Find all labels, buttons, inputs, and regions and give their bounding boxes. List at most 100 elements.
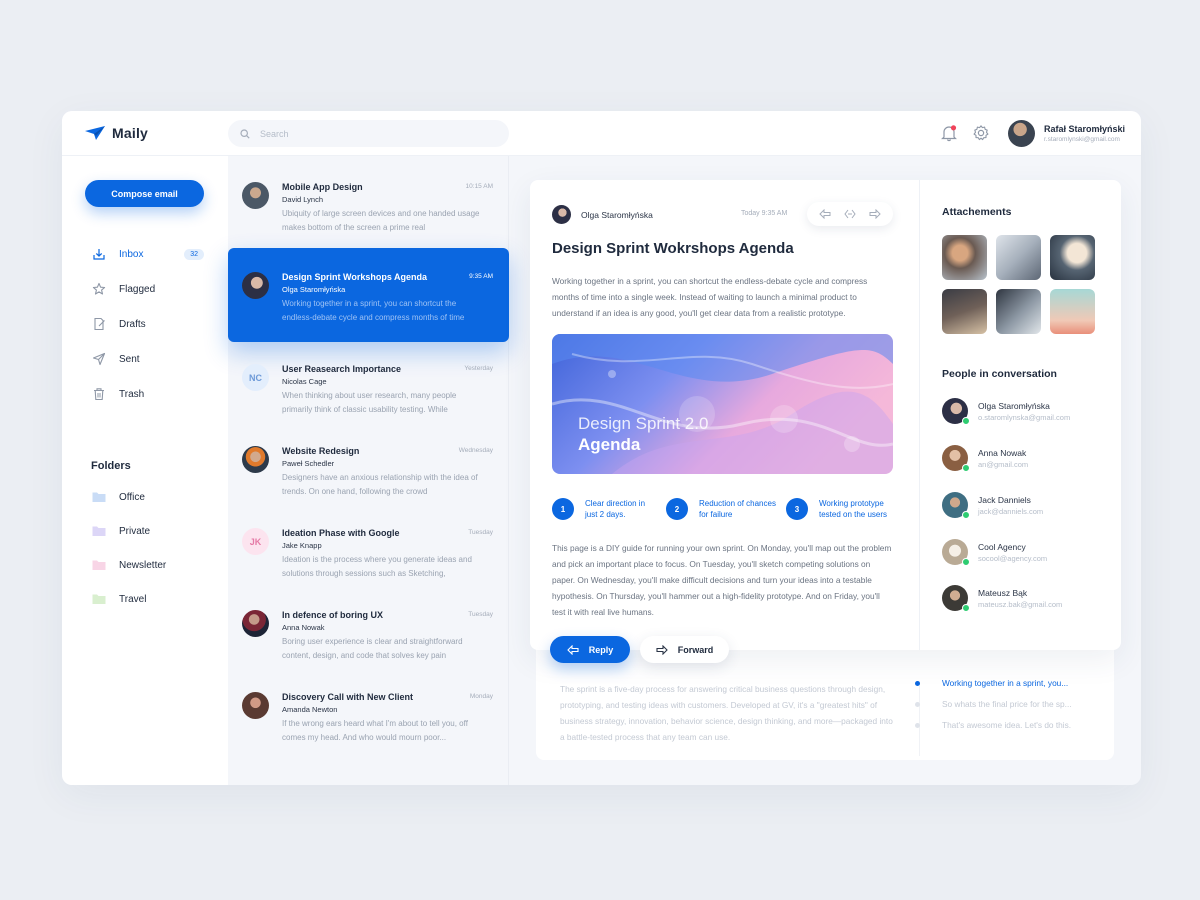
- attachment-thumbnail[interactable]: [996, 289, 1041, 334]
- mail-subject: User Reasearch Importance: [282, 364, 402, 374]
- mail-preview: Designers have an anxious relationship w…: [282, 473, 478, 496]
- sidebar: Compose email Inbox 32 Flagged Drafts Se…: [62, 156, 228, 785]
- sidebar-item-label: Trash: [119, 388, 145, 400]
- person-item[interactable]: Mateusz Bąk mateusz.bak@gmail.com: [942, 585, 1062, 612]
- mail-time: Tuesday: [468, 611, 493, 618]
- mail-list-item[interactable]: In defence of boring UX Anna Nowak Tuesd…: [228, 598, 509, 680]
- mail-sender: David Lynch: [282, 195, 323, 204]
- sender-avatar: [242, 610, 269, 637]
- online-status-dot: [962, 558, 970, 566]
- search-bar[interactable]: [228, 120, 509, 147]
- mail-time: Monday: [469, 693, 493, 700]
- mail-list-item[interactable]: JK Ideation Phase with Google Jake Knapp…: [228, 516, 509, 598]
- mail-preview: If the wrong ears heard what I'm about t…: [282, 719, 468, 742]
- mail-app-window: Maily Rafał Staromłyński r.staromlynski@…: [62, 111, 1141, 785]
- send-icon: [92, 352, 106, 366]
- message-sender[interactable]: Olga Staromłyńska: [552, 205, 653, 224]
- message-actions: [807, 202, 893, 226]
- message-time: Today 9:35 AM: [741, 210, 788, 217]
- folder-private[interactable]: Private: [92, 525, 150, 537]
- person-name: Olga Staromłyńska: [978, 400, 1050, 411]
- message-body: This page is a DIY guide for running you…: [552, 543, 892, 617]
- attachment-thumbnail[interactable]: [1050, 235, 1095, 280]
- sidebar-item-trash[interactable]: Trash: [92, 387, 204, 401]
- mail-list-item-selected[interactable]: Design Sprint Workshops Agenda Olga Star…: [228, 248, 509, 342]
- online-status-dot: [962, 464, 970, 472]
- message-title: Design Sprint Wokrshops Agenda: [552, 240, 794, 257]
- attachment-thumbnail[interactable]: [996, 235, 1041, 280]
- reply-icon[interactable]: [819, 209, 831, 219]
- mail-preview: Ubiquity of large screen devices and one…: [282, 209, 480, 232]
- mail-subject: Discovery Call with New Client: [282, 692, 414, 702]
- thread-item[interactable]: So whats the final price for the sp...: [915, 699, 1072, 709]
- person-name: Jack Danniels: [978, 494, 1031, 505]
- folder-newsletter[interactable]: Newsletter: [92, 559, 166, 571]
- user-profile[interactable]: Rafał Staromłyński r.staromlynski@gmail.…: [1008, 120, 1125, 147]
- person-item[interactable]: Cool Agency socool@agency.com: [942, 539, 1048, 566]
- sidebar-item-inbox[interactable]: Inbox 32: [92, 247, 204, 261]
- thread-item[interactable]: That's awesome idea. Let's do this.: [915, 720, 1071, 730]
- person-email: socool@agency.com: [978, 553, 1048, 563]
- draft-document-icon: [94, 317, 105, 331]
- reply-button[interactable]: Reply: [550, 636, 630, 663]
- search-input[interactable]: [260, 128, 480, 139]
- step-item: 1 Clear direction in just 2 days.: [552, 498, 651, 520]
- thread-dot: [915, 701, 920, 707]
- person-avatar: [942, 398, 970, 425]
- reply-icon: [566, 644, 579, 655]
- people-heading: People in conversation: [942, 368, 1057, 380]
- thread-snippet: So whats the final price for the sp...: [942, 699, 1072, 709]
- person-item[interactable]: Olga Staromłyńska o.staromlynska@gmail.co…: [942, 398, 1070, 425]
- sender-initials-avatar: NC: [242, 364, 269, 391]
- mail-subject: In defence of boring UX: [282, 610, 384, 620]
- app-logo[interactable]: Maily: [85, 125, 148, 141]
- sidebar-item-label: Drafts: [119, 318, 146, 330]
- attachment-thumbnail[interactable]: [942, 235, 987, 280]
- forward-icon[interactable]: [869, 209, 881, 219]
- thread-dot: [915, 680, 920, 686]
- step-number: 2: [666, 498, 688, 520]
- sidebar-item-sent[interactable]: Sent: [92, 352, 204, 366]
- mail-subject: Ideation Phase with Google: [282, 528, 400, 538]
- mail-list-item[interactable]: NC User Reasearch Importance Nicolas Cag…: [228, 352, 509, 434]
- reply-all-icon[interactable]: [844, 209, 856, 219]
- message-intro: Working together in a sprint, you can sh…: [552, 276, 868, 318]
- step-number: 3: [786, 498, 808, 520]
- person-item[interactable]: Anna Nowak an@gmail.com: [942, 445, 1028, 472]
- person-avatar: [942, 585, 970, 612]
- paper-plane-icon: [85, 126, 105, 140]
- unread-count-badge: 32: [184, 248, 204, 260]
- sidebar-item-drafts[interactable]: Drafts: [92, 317, 204, 331]
- attachment-thumbnail[interactable]: [942, 289, 987, 334]
- mail-sender: Paweł Schedler: [282, 459, 335, 468]
- attachments-heading: Attachements: [942, 206, 1012, 218]
- mail-sender: Jake Knapp: [282, 541, 322, 550]
- thread-divider: [919, 681, 920, 756]
- folder-label: Office: [119, 491, 145, 503]
- forward-button[interactable]: Forward: [640, 636, 729, 663]
- person-item[interactable]: Jack Danniels jack@danniels.com: [942, 492, 1043, 519]
- person-avatar: [942, 492, 970, 519]
- folder-icon: [92, 526, 106, 536]
- bell-icon[interactable]: [940, 124, 958, 142]
- hero-image: Design Sprint 2.0 Agenda: [552, 334, 893, 474]
- sender-name: Olga Staromłyńska: [581, 209, 653, 220]
- mail-sender: Amanda Newton: [282, 705, 338, 714]
- forward-icon: [656, 644, 668, 655]
- gear-icon[interactable]: [972, 124, 990, 142]
- compose-email-button[interactable]: Compose email: [85, 180, 204, 207]
- person-name: Anna Nowak: [978, 447, 1027, 458]
- mail-list-item[interactable]: Discovery Call with New Client Amanda Ne…: [228, 680, 509, 762]
- person-avatar: [942, 539, 970, 566]
- folder-travel[interactable]: Travel: [92, 593, 146, 605]
- mail-preview: When thinking about user research, many …: [282, 391, 457, 414]
- mail-time: Yesterday: [464, 365, 493, 372]
- folder-office[interactable]: Office: [92, 491, 145, 503]
- mail-list-item[interactable]: Website Redesign Paweł Schedler Wednesda…: [228, 434, 509, 516]
- sidebar-item-flagged[interactable]: Flagged: [92, 282, 204, 296]
- attachment-thumbnail[interactable]: [1050, 289, 1095, 334]
- mail-list-item[interactable]: Mobile App Design David Lynch 10:15 AM U…: [228, 170, 509, 252]
- thread-item-active[interactable]: Working together in a sprint, you...: [915, 678, 1068, 688]
- online-status-dot: [962, 417, 970, 425]
- mail-subject: Website Redesign: [282, 446, 360, 456]
